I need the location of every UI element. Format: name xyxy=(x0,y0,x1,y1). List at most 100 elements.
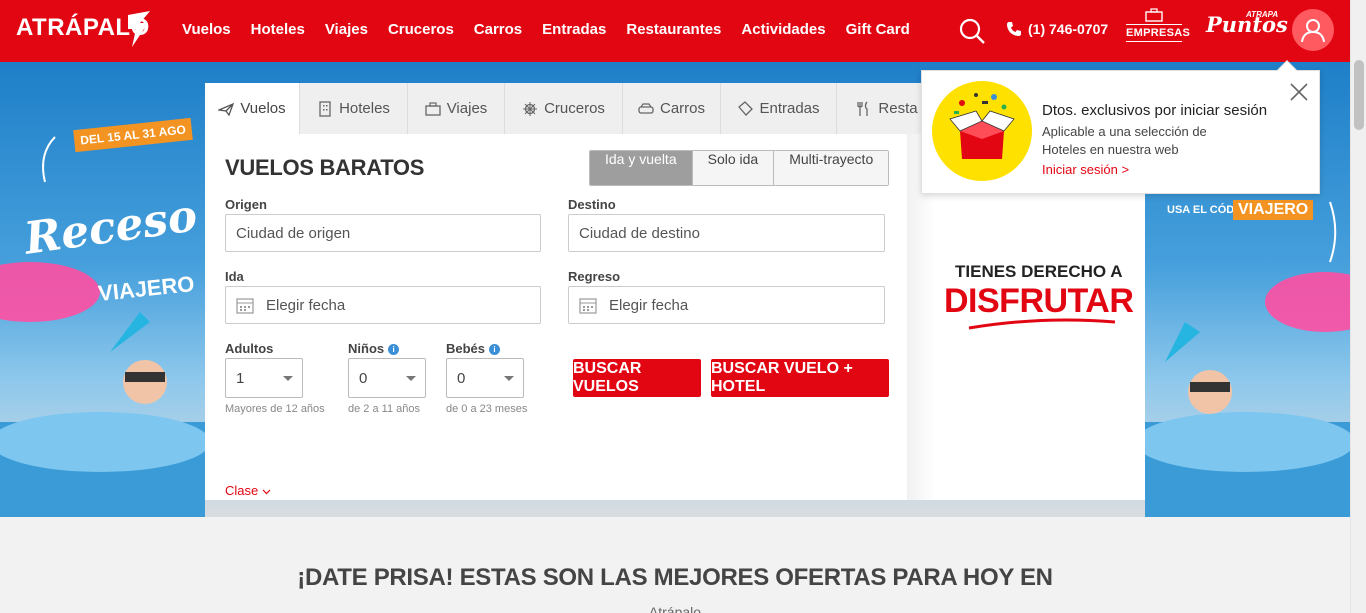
atrapa-puntos-logo[interactable]: ATRAPA Puntos xyxy=(1206,10,1288,37)
bebes-select[interactable]: 0 xyxy=(446,358,524,398)
bebes-hint: de 0 a 23 meses xyxy=(446,403,528,415)
destino-placeholder: Ciudad de destino xyxy=(579,224,700,242)
tab-label: Resta xyxy=(878,100,918,117)
iniciar-sesion-link[interactable]: Iniciar sesión > xyxy=(1042,162,1129,177)
nav-gift-card[interactable]: Gift Card xyxy=(846,21,910,38)
tab-label: Carros xyxy=(659,100,705,117)
tab-label: Hoteles xyxy=(339,100,390,117)
tab-vuelos[interactable]: Vuelos xyxy=(205,83,300,134)
phone-link[interactable]: (1) 746-0707 xyxy=(1006,21,1108,37)
origen-input[interactable]: Ciudad de origen xyxy=(225,214,541,252)
clase-dropdown[interactable]: Clase xyxy=(225,483,271,498)
tab-label: Viajes xyxy=(446,100,488,117)
page-scrollbar[interactable] xyxy=(1350,0,1366,613)
nav-vuelos[interactable]: Vuelos xyxy=(182,21,231,38)
destino-input[interactable]: Ciudad de destino xyxy=(568,214,885,252)
calendar-icon xyxy=(236,298,254,314)
briefcase-icon xyxy=(1145,8,1163,22)
tab-label: Cruceros xyxy=(544,100,605,117)
adultos-select[interactable]: 1 xyxy=(225,358,303,398)
popover-description: Aplicable a una selección de Hoteles en … xyxy=(1042,124,1207,157)
info-icon[interactable]: i xyxy=(489,344,501,356)
adultos-label: Adultos xyxy=(225,341,274,356)
chevron-down-icon xyxy=(283,376,293,381)
calendar-icon xyxy=(579,298,597,314)
nav-cruceros[interactable]: Cruceros xyxy=(388,21,454,38)
hero-left-art: DEL 15 AL 31 AGO Receso VIAJERO xyxy=(0,62,210,517)
building-icon xyxy=(319,100,331,117)
bebes-value: 0 xyxy=(457,369,466,387)
plane-icon xyxy=(218,102,235,116)
adultos-value: 1 xyxy=(236,369,245,387)
tab-label: Vuelos xyxy=(240,100,286,117)
form-title: VUELOS BARATOS xyxy=(225,155,425,180)
phone-icon xyxy=(1007,22,1021,36)
deals-heading: ¡DATE PRISA! ESTAS SON LAS MEJORES OFERT… xyxy=(297,564,1053,591)
ninos-value: 0 xyxy=(359,369,368,387)
ninos-label-wrap: Niños i xyxy=(348,341,400,356)
buscar-vuelos-button[interactable]: BUSCAR VUELOS xyxy=(573,359,701,397)
adultos-hint: Mayores de 12 años xyxy=(225,403,325,415)
main-nav: Vuelos Hoteles Viajes Cruceros Carros En… xyxy=(182,21,930,38)
deals-subheading: Atrápalo xyxy=(648,604,702,613)
tab-entradas[interactable]: Entradas xyxy=(721,83,837,134)
flight-search-form: VUELOS BARATOS Ida y vuelta Solo ida Mul… xyxy=(205,134,905,500)
nav-entradas[interactable]: Entradas xyxy=(542,21,606,38)
nav-carros[interactable]: Carros xyxy=(474,21,522,38)
buscar-vuelo-hotel-button[interactable]: BUSCAR VUELO + HOTEL xyxy=(711,359,889,397)
trip-type-oneway[interactable]: Solo ida xyxy=(692,151,775,185)
clase-label: Clase xyxy=(225,483,259,498)
tab-carros[interactable]: Carros xyxy=(623,83,721,134)
destino-label: Destino xyxy=(568,197,616,212)
popover-title: Dtos. exclusivos por iniciar sesión xyxy=(1042,102,1268,119)
nav-actividades[interactable]: Actividades xyxy=(741,21,825,38)
phone-number: (1) 746-0707 xyxy=(1028,21,1109,37)
login-discount-popover: Dtos. exclusivos por iniciar sesión Apli… xyxy=(921,60,1320,194)
chevron-down-icon xyxy=(504,376,514,381)
user-account-button[interactable] xyxy=(1292,9,1334,51)
nav-viajes[interactable]: Viajes xyxy=(325,21,368,38)
ninos-label: Niños xyxy=(348,341,385,356)
runner-logo-icon xyxy=(128,11,150,47)
ninos-hint: de 2 a 11 años xyxy=(348,403,420,415)
trip-type-multicity[interactable]: Multi-trayecto xyxy=(774,151,889,185)
promo-code-badge: VIAJERO xyxy=(1233,200,1314,220)
brush-underline-icon xyxy=(968,318,1116,330)
user-icon xyxy=(1301,19,1325,43)
search-icon[interactable] xyxy=(958,17,986,45)
tab-cruceros[interactable]: Cruceros xyxy=(505,83,623,134)
ninos-select[interactable]: 0 xyxy=(348,358,426,398)
info-icon[interactable]: i xyxy=(388,344,400,356)
ida-label: Ida xyxy=(225,269,244,284)
nav-restaurantes[interactable]: Restaurantes xyxy=(626,21,721,38)
tab-hoteles[interactable]: Hoteles xyxy=(300,83,408,134)
origen-placeholder: Ciudad de origen xyxy=(236,224,351,242)
bebes-label-wrap: Bebés i xyxy=(446,341,501,356)
bebes-label: Bebés xyxy=(446,341,486,356)
regreso-date-input[interactable]: Elegir fecha xyxy=(568,286,885,324)
trip-type-toggle: Ida y vuelta Solo ida Multi-trayecto xyxy=(589,150,890,186)
scrollbar-thumb[interactable] xyxy=(1354,60,1364,130)
top-header: ATRÁPALO Vuelos Hoteles Viajes Cruceros … xyxy=(0,0,1350,62)
regreso-placeholder: Elegir fecha xyxy=(609,296,689,314)
promo-line1: TIENES DERECHO A xyxy=(955,262,1123,281)
nav-hoteles[interactable]: Hoteles xyxy=(251,21,305,38)
suitcase-icon xyxy=(425,101,441,116)
gift-box-icon xyxy=(949,93,1015,159)
chevron-down-icon xyxy=(406,376,416,381)
trip-type-roundtrip[interactable]: Ida y vuelta xyxy=(590,151,693,185)
close-icon[interactable] xyxy=(1288,81,1310,103)
chevron-down-icon xyxy=(262,489,271,495)
tab-viajes[interactable]: Viajes xyxy=(408,83,505,134)
regreso-label: Regreso xyxy=(568,269,621,284)
fork-knife-icon xyxy=(857,101,869,116)
puntos-small-label: ATRAPA xyxy=(1246,10,1279,19)
empresas-link[interactable]: EMPRESAS xyxy=(1126,8,1190,44)
empresas-label: EMPRESAS xyxy=(1126,27,1191,39)
origen-label: Origen xyxy=(225,197,267,212)
ticket-icon xyxy=(738,100,754,116)
helm-icon xyxy=(523,101,538,116)
ida-placeholder: Elegir fecha xyxy=(266,296,346,314)
ida-date-input[interactable]: Elegir fecha xyxy=(225,286,541,324)
car-icon xyxy=(638,102,654,114)
